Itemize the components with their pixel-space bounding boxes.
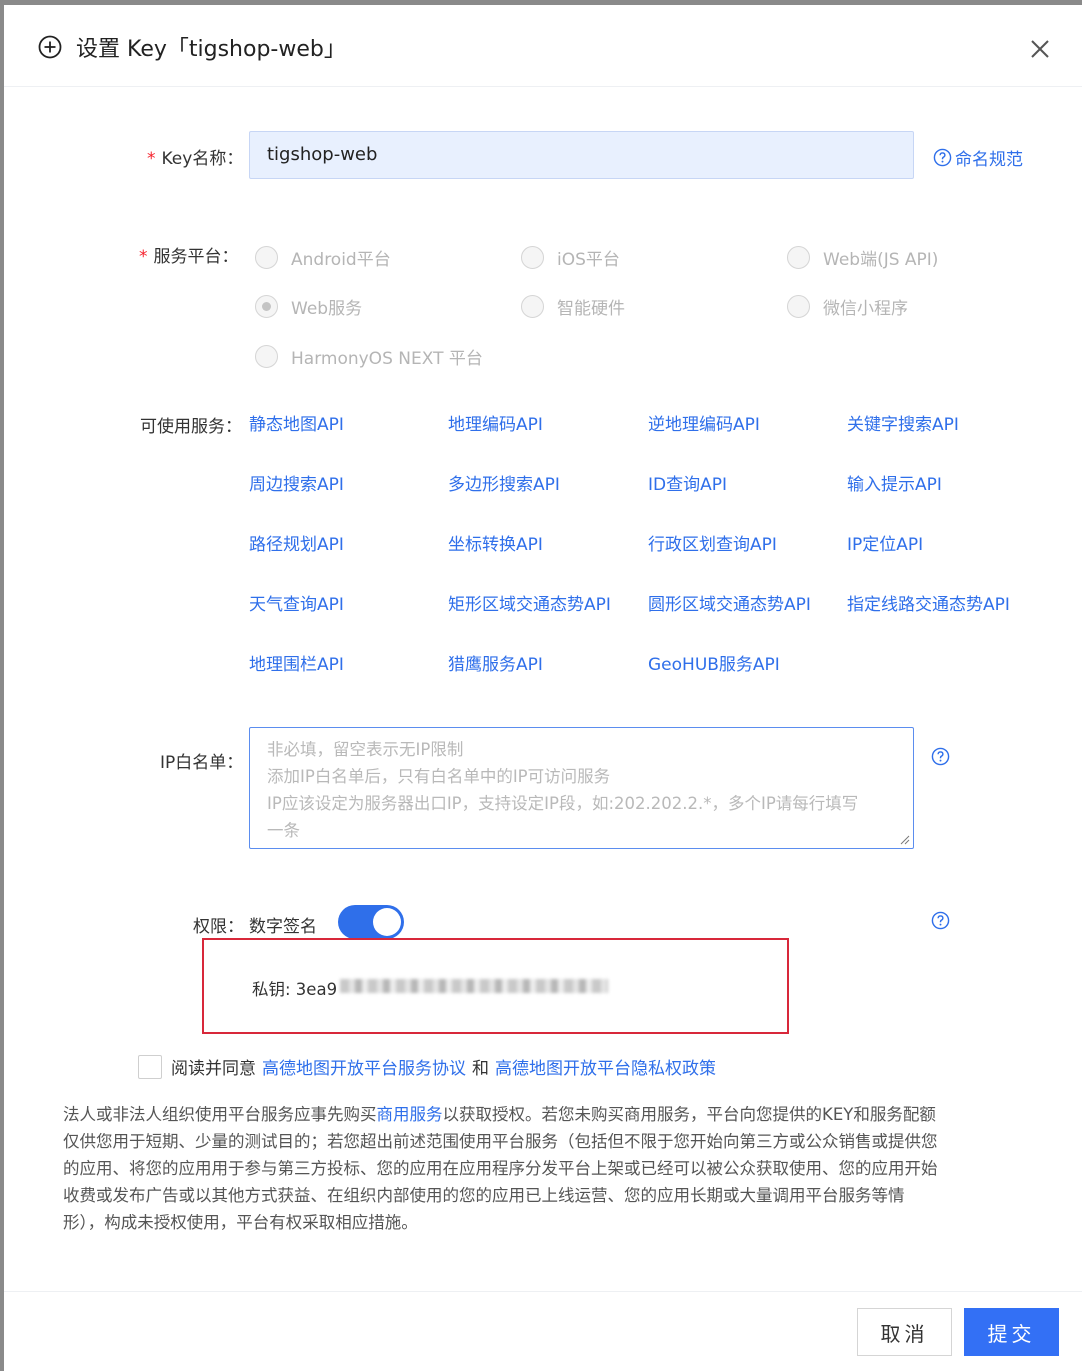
service-link[interactable]: 圆形区域交通态势API (648, 590, 811, 615)
radio-indicator (787, 246, 810, 269)
placeholder-line: 添加IP白名单后，只有白名单中的IP可访问服务 (267, 767, 611, 786)
platform-label: * 服务平台： (139, 247, 239, 267)
key-name-label: * Key名称： (147, 149, 244, 169)
radio-wechat-mini-program[interactable]: 微信小程序 (787, 294, 908, 319)
radio-harmonyos[interactable]: HarmonyOS NEXT 平台 (255, 344, 483, 369)
dialog-footer: 取消 提交 (4, 1291, 1082, 1371)
agreement-and: 和 (472, 1059, 489, 1079)
placeholder-line: 非必填，留空表示无IP限制 (267, 740, 464, 759)
ip-whitelist-label: IP白名单： (160, 753, 244, 773)
placeholder-line: 一条 (267, 821, 300, 840)
radio-indicator (521, 295, 544, 318)
agreement-checkbox[interactable] (138, 1054, 162, 1079)
notice-line: 的应用、将您的应用用于参与第三方投标、您的应用在应用程序分发平台上架或已经可以被… (63, 1159, 938, 1178)
service-link[interactable]: 多边形搜索API (448, 470, 560, 495)
authorization-notice: 法人或非法人组织使用平台服务应事先购买商用服务以获取授权。若您未购买商用服务，平… (63, 1101, 1023, 1236)
key-name-input[interactable]: tigshop-web (249, 131, 914, 179)
service-link[interactable]: 天气查询API (249, 590, 344, 615)
notice-line: 法人或非法人组织使用平台服务应事先购买商用服务以获取授权。若您未购买商用服务，平… (63, 1101, 1023, 1128)
help-circle-icon[interactable] (931, 911, 950, 930)
service-link[interactable]: 地理编码API (448, 410, 543, 435)
radio-smart-hardware[interactable]: 智能硬件 (521, 294, 625, 319)
service-link[interactable]: 矩形区域交通态势API (448, 590, 611, 615)
notice-line: 收费或发布广告或以其他方式获益、在组织内部使用的您的应用已上线运营、您的应用长期… (63, 1186, 905, 1205)
service-link[interactable]: 静态地图API (249, 410, 344, 435)
services-label: 可使用服务： (140, 417, 242, 437)
service-link[interactable]: 猎鹰服务API (448, 650, 543, 675)
radio-web-js-api[interactable]: Web端(JS API) (787, 245, 938, 270)
digital-signature-label: 数字签名 (249, 917, 317, 937)
help-circle-icon[interactable] (931, 747, 950, 766)
service-agreement-link[interactable]: 高德地图开放平台服务协议 (262, 1054, 466, 1079)
service-link[interactable]: 输入提示API (847, 470, 942, 495)
dialog-title: 设置 Key「tigshop-web」 (76, 37, 346, 62)
service-link[interactable]: GeoHUB服务API (648, 650, 780, 675)
radio-indicator-checked (255, 295, 278, 318)
add-circle-icon (38, 35, 62, 59)
service-link[interactable]: 坐标转换API (448, 530, 543, 555)
secret-key-label: 私钥: 3ea9 (252, 980, 338, 999)
commercial-service-link[interactable]: 商用服务 (377, 1105, 443, 1124)
privacy-policy-link[interactable]: 高德地图开放平台隐私权政策 (495, 1054, 716, 1079)
service-link[interactable]: 关键字搜索API (847, 410, 959, 435)
service-link[interactable]: 逆地理编码API (648, 410, 760, 435)
submit-button[interactable]: 提交 (964, 1308, 1059, 1356)
notice-text: 以获取授权。若您未购买商用服务，平台向您提供的KEY和服务配额 (442, 1105, 936, 1124)
digital-signature-toggle[interactable] (338, 905, 404, 939)
permission-label: 权限： (193, 917, 244, 937)
service-link[interactable]: 地理围栏API (249, 650, 344, 675)
agreement-row: 阅读并同意 高德地图开放平台服务协议 和 高德地图开放平台隐私权政策 (138, 1054, 716, 1079)
radio-indicator (521, 246, 544, 269)
radio-android[interactable]: Android平台 (255, 245, 391, 270)
set-key-dialog: 设置 Key「tigshop-web」 * Key名称： tigshop-web … (4, 5, 1082, 1371)
naming-rules-link[interactable]: 命名规范 (933, 145, 1023, 170)
help-circle-icon (933, 148, 952, 167)
service-link[interactable]: ID查询API (648, 470, 727, 495)
notice-line: 仅供您用于短期、少量的测试目的；若您超出前述范围使用平台服务（包括但不限于您开始… (63, 1132, 938, 1151)
dialog-header: 设置 Key「tigshop-web」 (4, 5, 1082, 87)
service-link[interactable]: 路径规划API (249, 530, 344, 555)
notice-line: 形），构成未授权使用，平台有权采取相应措施。 (63, 1213, 418, 1232)
agreement-prefix: 阅读并同意 (171, 1059, 256, 1079)
close-icon[interactable] (1026, 35, 1054, 63)
cancel-button[interactable]: 取消 (857, 1308, 952, 1356)
service-link[interactable]: 指定线路交通态势API (847, 590, 1010, 615)
secret-key-redacted (340, 979, 608, 993)
placeholder-line: IP应该设定为服务器出口IP，支持设定IP段，如:202.202.2.*，多个I… (267, 794, 859, 813)
resize-handle-icon[interactable] (900, 835, 910, 845)
naming-rules-text: 命名规范 (955, 150, 1023, 170)
service-link[interactable]: IP定位API (847, 530, 923, 555)
notice-text: 法人或非法人组织使用平台服务应事先购买 (63, 1105, 377, 1124)
service-link[interactable]: 行政区划查询API (648, 530, 777, 555)
radio-ios[interactable]: iOS平台 (521, 245, 620, 270)
ip-whitelist-textarea[interactable]: 非必填，留空表示无IP限制 添加IP白名单后，只有白名单中的IP可访问服务 IP… (249, 727, 914, 849)
radio-indicator (255, 345, 278, 368)
radio-indicator (255, 246, 278, 269)
radio-web-service[interactable]: Web服务 (255, 294, 362, 319)
service-link[interactable]: 周边搜索API (249, 470, 344, 495)
toggle-knob (373, 908, 401, 936)
secret-key-highlight: 私钥: 3ea9 (202, 938, 789, 1034)
radio-indicator (787, 295, 810, 318)
